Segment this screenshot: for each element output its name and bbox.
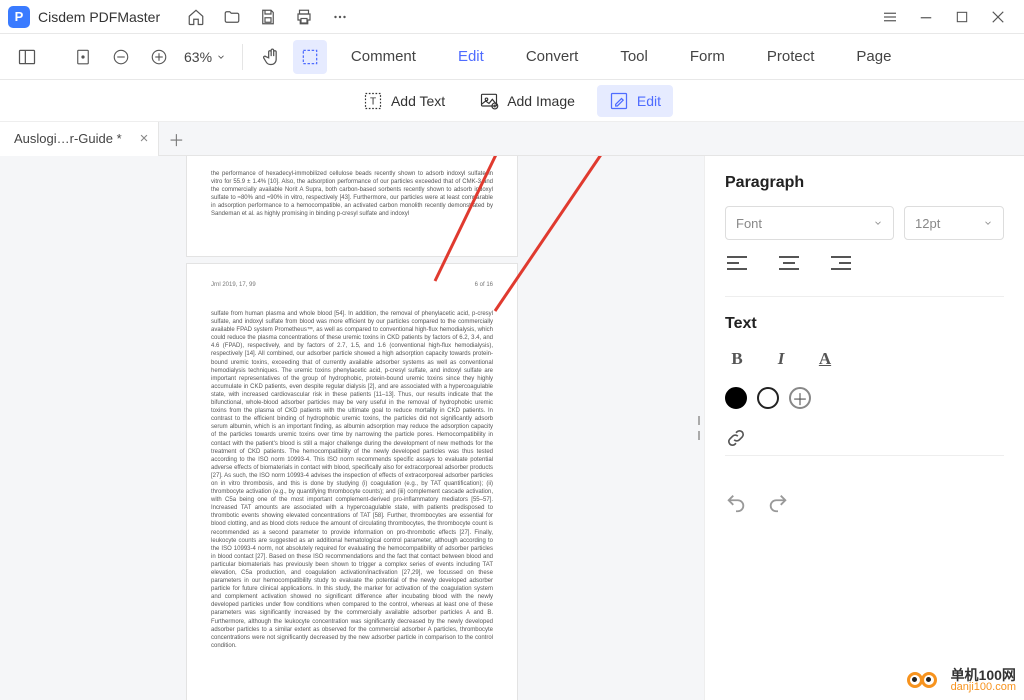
color-swatch-black[interactable]	[725, 387, 747, 409]
toolbar-divider	[242, 44, 243, 70]
watermark: 单机100网 danji100.com	[907, 666, 1016, 694]
undo-button[interactable]	[725, 492, 749, 516]
new-tab-button[interactable]: ＋	[159, 127, 193, 151]
add-text-icon: T	[363, 91, 383, 111]
redo-button[interactable]	[767, 492, 791, 516]
watermark-text: 单机100网	[951, 668, 1016, 682]
open-icon[interactable]	[218, 3, 246, 31]
align-center-button[interactable]	[777, 254, 805, 278]
panel-toggle-button[interactable]	[10, 40, 44, 74]
maximize-icon[interactable]	[948, 3, 976, 31]
properties-panel: Paragraph Font 12pt Text B I A ＋	[704, 156, 1024, 700]
document-canvas[interactable]: the performance of hexadecyl-immobilized…	[0, 156, 704, 700]
page-header-left: Jrnl 2019, 17, 99	[211, 282, 256, 288]
align-left-button[interactable]	[725, 254, 753, 278]
tab-convert[interactable]: Convert	[526, 48, 579, 65]
watermark-url: danji100.com	[951, 682, 1016, 693]
page-header-right: 6 of 16	[475, 282, 493, 288]
menu-icon[interactable]	[876, 3, 904, 31]
tab-edit[interactable]: Edit	[458, 48, 484, 65]
underline-button[interactable]: A	[813, 347, 837, 371]
add-image-label: Add Image	[507, 93, 575, 109]
more-icon[interactable]	[326, 3, 354, 31]
hand-tool-button[interactable]	[255, 40, 289, 74]
main-toolbar: 63% Comment Edit Convert Tool Form Prote…	[0, 34, 1024, 80]
font-size-placeholder: 12pt	[915, 216, 940, 231]
panel-divider	[725, 296, 1004, 297]
page-header: Jrnl 2019, 17, 99 6 of 16	[187, 264, 517, 296]
color-swatch-white[interactable]	[757, 387, 779, 409]
document-tab[interactable]: Auslogi…r-Guide * ×	[0, 122, 159, 156]
minimize-icon[interactable]	[912, 3, 940, 31]
edit-content-button[interactable]: Edit	[597, 85, 673, 117]
edit-icon	[609, 91, 629, 111]
zoom-in-button[interactable]	[142, 40, 176, 74]
page-prev-text: the performance of hexadecyl-immobilized…	[187, 156, 517, 233]
chevron-down-icon	[873, 218, 883, 228]
pdf-page-current[interactable]: Jrnl 2019, 17, 99 6 of 16 sulfate from h…	[187, 264, 517, 700]
paragraph-section-title: Paragraph	[725, 174, 1004, 192]
font-family-placeholder: Font	[736, 216, 762, 231]
panel-splitter[interactable]	[696, 416, 702, 440]
font-size-select[interactable]: 12pt	[904, 206, 1004, 240]
add-color-button[interactable]: ＋	[789, 387, 811, 409]
document-tabstrip: Auslogi…r-Guide * × ＋	[0, 122, 1024, 156]
select-tool-button[interactable]	[293, 40, 327, 74]
watermark-logo-icon	[907, 666, 943, 694]
tab-tool[interactable]: Tool	[620, 48, 648, 65]
add-text-label: Add Text	[391, 93, 445, 109]
svg-text:T: T	[370, 96, 376, 107]
document-tab-title: Auslogi…r-Guide *	[14, 131, 122, 146]
print-icon[interactable]	[290, 3, 318, 31]
zoom-out-button[interactable]	[104, 40, 138, 74]
add-image-button[interactable]: Add Image	[467, 85, 587, 117]
align-right-button[interactable]	[829, 254, 857, 278]
workspace: the performance of hexadecyl-immobilized…	[0, 156, 1024, 700]
tab-comment[interactable]: Comment	[351, 48, 416, 65]
add-image-icon	[479, 91, 499, 111]
page-body-text: sulfate from human plasma and whole bloo…	[187, 296, 517, 664]
edit-subtoolbar: T Add Text Add Image Edit	[0, 80, 1024, 122]
tab-page[interactable]: Page	[856, 48, 891, 65]
bold-button[interactable]: B	[725, 347, 749, 371]
chevron-down-icon	[983, 218, 993, 228]
app-name: Cisdem PDFMaster	[38, 9, 160, 25]
chevron-down-icon	[216, 52, 226, 62]
zoom-dropdown[interactable]: 63%	[184, 49, 226, 65]
zoom-value: 63%	[184, 49, 212, 65]
tab-form[interactable]: Form	[690, 48, 725, 65]
font-family-select[interactable]: Font	[725, 206, 894, 240]
home-icon[interactable]	[182, 3, 210, 31]
close-tab-icon[interactable]: ×	[140, 130, 149, 147]
insert-link-button[interactable]	[725, 427, 1004, 449]
save-icon[interactable]	[254, 3, 282, 31]
close-window-icon[interactable]	[984, 3, 1012, 31]
thumbnails-button[interactable]	[66, 40, 100, 74]
pdf-page-prev[interactable]: the performance of hexadecyl-immobilized…	[187, 156, 517, 256]
mode-tabs: Comment Edit Convert Tool Form Protect P…	[351, 48, 892, 65]
add-text-button[interactable]: T Add Text	[351, 85, 457, 117]
edit-content-label: Edit	[637, 93, 661, 109]
app-logo: P	[8, 6, 30, 28]
italic-button[interactable]: I	[769, 347, 793, 371]
titlebar: P Cisdem PDFMaster	[0, 0, 1024, 34]
tab-protect[interactable]: Protect	[767, 48, 815, 65]
text-section-title: Text	[725, 315, 1004, 333]
panel-divider	[725, 455, 1004, 456]
